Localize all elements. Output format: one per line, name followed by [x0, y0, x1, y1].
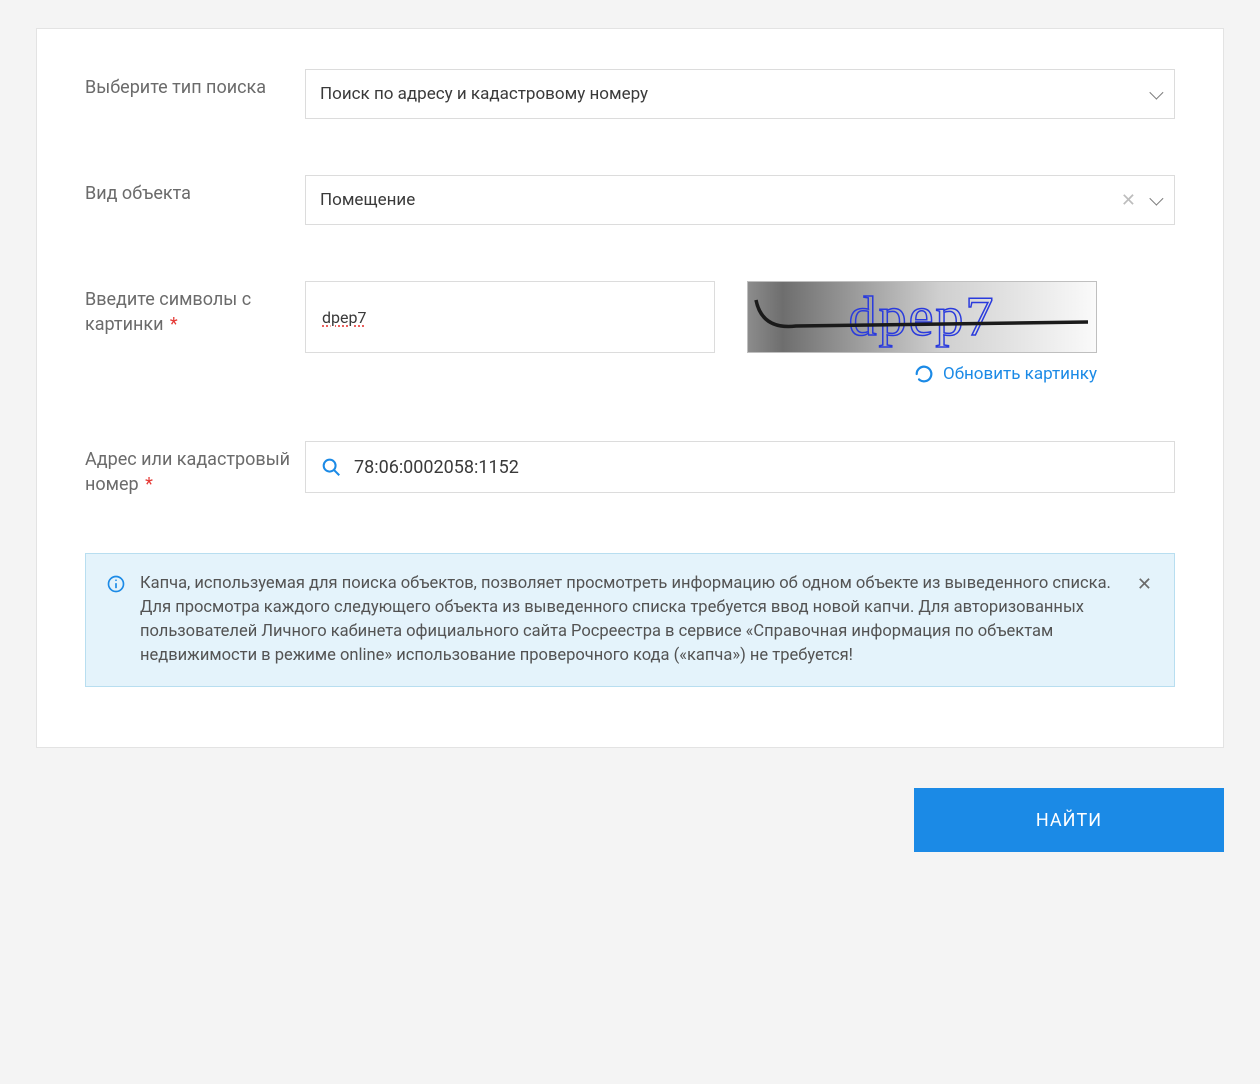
refresh-captcha-link[interactable]: Обновить картинку	[913, 363, 1097, 385]
clear-icon[interactable]: ✕	[1121, 190, 1136, 211]
object-kind-select[interactable]: Помещение ✕	[305, 175, 1175, 225]
search-icon	[320, 456, 342, 478]
row-captcha: Введите символы с картинки * dpep7	[85, 281, 1175, 385]
row-search-type: Выберите тип поиска Поиск по адресу и ка…	[85, 69, 1175, 119]
info-box: Капча, используемая для поиска объектов,…	[85, 553, 1175, 687]
search-type-label: Выберите тип поиска	[85, 69, 305, 100]
info-icon	[106, 574, 126, 598]
chevron-down-icon	[1149, 192, 1163, 206]
row-address: Адрес или кадастровый номер *	[85, 441, 1175, 497]
required-asterisk: *	[141, 474, 153, 495]
submit-row: НАЙТИ	[36, 788, 1224, 852]
object-kind-value: Помещение	[320, 190, 1121, 210]
captcha-label: Введите символы с картинки *	[85, 281, 305, 337]
search-type-value: Поиск по адресу и кадастровому номеру	[320, 84, 1150, 104]
required-asterisk: *	[165, 314, 177, 335]
address-label: Адрес или кадастровый номер *	[85, 441, 305, 497]
captcha-input[interactable]	[322, 308, 698, 327]
refresh-captcha-label: Обновить картинку	[943, 364, 1097, 384]
address-label-text: Адрес или кадастровый номер	[85, 449, 290, 495]
captcha-input-wrapper	[305, 281, 715, 353]
captcha-strike-line	[748, 282, 1097, 353]
search-type-select[interactable]: Поиск по адресу и кадастровому номеру	[305, 69, 1175, 119]
search-form-panel: Выберите тип поиска Поиск по адресу и ка…	[36, 28, 1224, 748]
close-icon[interactable]: ✕	[1135, 572, 1154, 597]
captcha-image: dpep7	[747, 281, 1097, 353]
refresh-icon	[913, 363, 935, 385]
submit-button[interactable]: НАЙТИ	[914, 788, 1224, 852]
chevron-down-icon	[1149, 86, 1163, 100]
object-kind-label: Вид объекта	[85, 175, 305, 206]
address-input-wrapper	[305, 441, 1175, 493]
address-input[interactable]	[354, 457, 1160, 478]
row-object-kind: Вид объекта Помещение ✕	[85, 175, 1175, 225]
info-text: Капча, используемая для поиска объектов,…	[140, 572, 1121, 668]
